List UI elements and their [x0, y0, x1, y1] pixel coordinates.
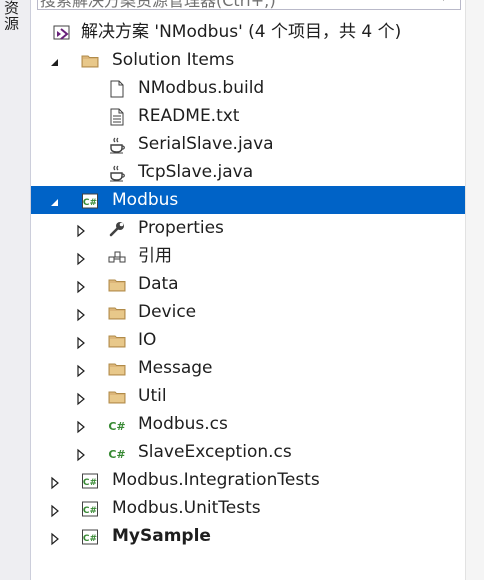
tree-item-label: Message: [138, 358, 213, 378]
svg-text:C#: C#: [108, 420, 125, 433]
tree-item-io[interactable]: IO: [31, 326, 465, 354]
tree-item-util[interactable]: Util: [31, 382, 465, 410]
tree-item-label: Modbus.IntegrationTests: [112, 470, 320, 490]
collapsed-arrow-icon[interactable]: [73, 248, 89, 266]
csharp-file-icon: C#: [108, 443, 126, 461]
tree-item-device[interactable]: Device: [31, 298, 465, 326]
tree-item-label: 解决方案 'NModbus' (4 个项目，共 4 个): [81, 22, 402, 42]
solution-icon: [53, 23, 71, 41]
tree-item-properties[interactable]: Properties: [31, 214, 465, 242]
tree-item-label: TcpSlave.java: [138, 162, 254, 182]
folder-icon: [108, 275, 126, 293]
svg-text:C#: C#: [108, 448, 125, 461]
tree-item-solution-items[interactable]: Solution Items: [31, 46, 465, 74]
tree-item-label: SlaveException.cs: [138, 442, 292, 462]
search-input[interactable]: 搜索解决方案资源管理器(Ctrl+;): [37, 0, 461, 10]
text-file-icon: [108, 107, 126, 126]
tree-item-label: Data: [138, 274, 179, 294]
csharp-project-icon: C#: [81, 527, 99, 545]
solution-explorer-panel: 搜索解决方案资源管理器(Ctrl+;) 解决方案 'NModbus' (4 个项…: [31, 0, 465, 580]
tree-item-label: Modbus: [112, 190, 179, 210]
tree-item-label: Properties: [138, 218, 224, 238]
tree-item-label: 引用: [138, 246, 172, 266]
collapsed-arrow-icon[interactable]: [73, 220, 89, 238]
tree-item-label: Device: [138, 302, 197, 322]
expanded-arrow-icon[interactable]: [47, 192, 63, 208]
collapsed-arrow-icon[interactable]: [47, 472, 63, 490]
csharp-project-icon: C#: [81, 471, 99, 489]
tree-item-solution[interactable]: 解决方案 'NModbus' (4 个项目，共 4 个): [31, 18, 465, 46]
svg-text:C#: C#: [83, 506, 97, 516]
collapsed-arrow-icon[interactable]: [73, 416, 89, 434]
tree-item-modbus-integrationtests[interactable]: C# Modbus.IntegrationTests: [31, 466, 465, 494]
expanded-arrow-icon[interactable]: [47, 52, 63, 68]
tree-item-label: Util: [138, 386, 167, 406]
folder-icon: [108, 359, 126, 377]
tree-item-readme-txt[interactable]: README.txt: [31, 102, 465, 130]
side-tab-label[interactable]: 资源: [4, 0, 22, 30]
side-panel-strip: 资源: [0, 0, 31, 580]
wrench-icon: [108, 219, 126, 237]
file-icon: [108, 79, 126, 98]
tree-item-label: Solution Items: [112, 50, 235, 70]
search-placeholder: 搜索解决方案资源管理器(Ctrl+;): [40, 0, 276, 10]
tree-item-label: Modbus.UnitTests: [112, 498, 261, 518]
collapsed-arrow-icon[interactable]: [73, 304, 89, 322]
collapsed-arrow-icon[interactable]: [73, 276, 89, 294]
svg-text:C#: C#: [83, 534, 97, 544]
tree-item-label: Modbus.cs: [138, 414, 228, 434]
folder-icon: [108, 387, 126, 405]
tree-item-message[interactable]: Message: [31, 354, 465, 382]
tree-item-label: MySample: [112, 526, 211, 546]
collapsed-arrow-icon[interactable]: [73, 388, 89, 406]
tree-item-modbus-unittests[interactable]: C# Modbus.UnitTests: [31, 494, 465, 522]
collapsed-arrow-icon[interactable]: [73, 332, 89, 350]
csharp-project-icon: C#: [81, 499, 99, 517]
java-icon: [108, 163, 126, 182]
search-icon[interactable]: [442, 0, 454, 1]
tree-item-serialslave-java[interactable]: SerialSlave.java: [31, 130, 465, 158]
tree-item-mysample[interactable]: C# MySample: [31, 522, 465, 550]
scrollbar[interactable]: [465, 0, 484, 580]
csharp-project-icon: C#: [81, 191, 99, 209]
tree-item-label: NModbus.build: [138, 78, 265, 98]
collapsed-arrow-icon[interactable]: [47, 528, 63, 546]
tree-item-引用[interactable]: 引用: [31, 242, 465, 270]
tree-item-label: SerialSlave.java: [138, 134, 274, 154]
tree-item-modbus-cs[interactable]: C# Modbus.cs: [31, 410, 465, 438]
tree-item-slaveexception-cs[interactable]: C# SlaveException.cs: [31, 438, 465, 466]
svg-text:C#: C#: [83, 478, 97, 488]
collapsed-arrow-icon[interactable]: [73, 444, 89, 462]
references-icon: [108, 247, 126, 265]
folder-icon: [108, 303, 126, 321]
tree-item-nmodbus-build[interactable]: NModbus.build: [31, 74, 465, 102]
collapsed-arrow-icon[interactable]: [73, 360, 89, 378]
tree-item-modbus[interactable]: C# Modbus: [31, 186, 465, 214]
tree-item-tcpslave-java[interactable]: TcpSlave.java: [31, 158, 465, 186]
svg-text:C#: C#: [83, 198, 97, 208]
tree-item-label: IO: [138, 330, 157, 350]
collapsed-arrow-icon[interactable]: [47, 500, 63, 518]
folder-icon: [108, 331, 126, 349]
tree-item-label: README.txt: [138, 106, 240, 126]
csharp-file-icon: C#: [108, 415, 126, 433]
folder-icon: [81, 51, 99, 69]
java-icon: [108, 135, 126, 154]
tree-item-data[interactable]: Data: [31, 270, 465, 298]
